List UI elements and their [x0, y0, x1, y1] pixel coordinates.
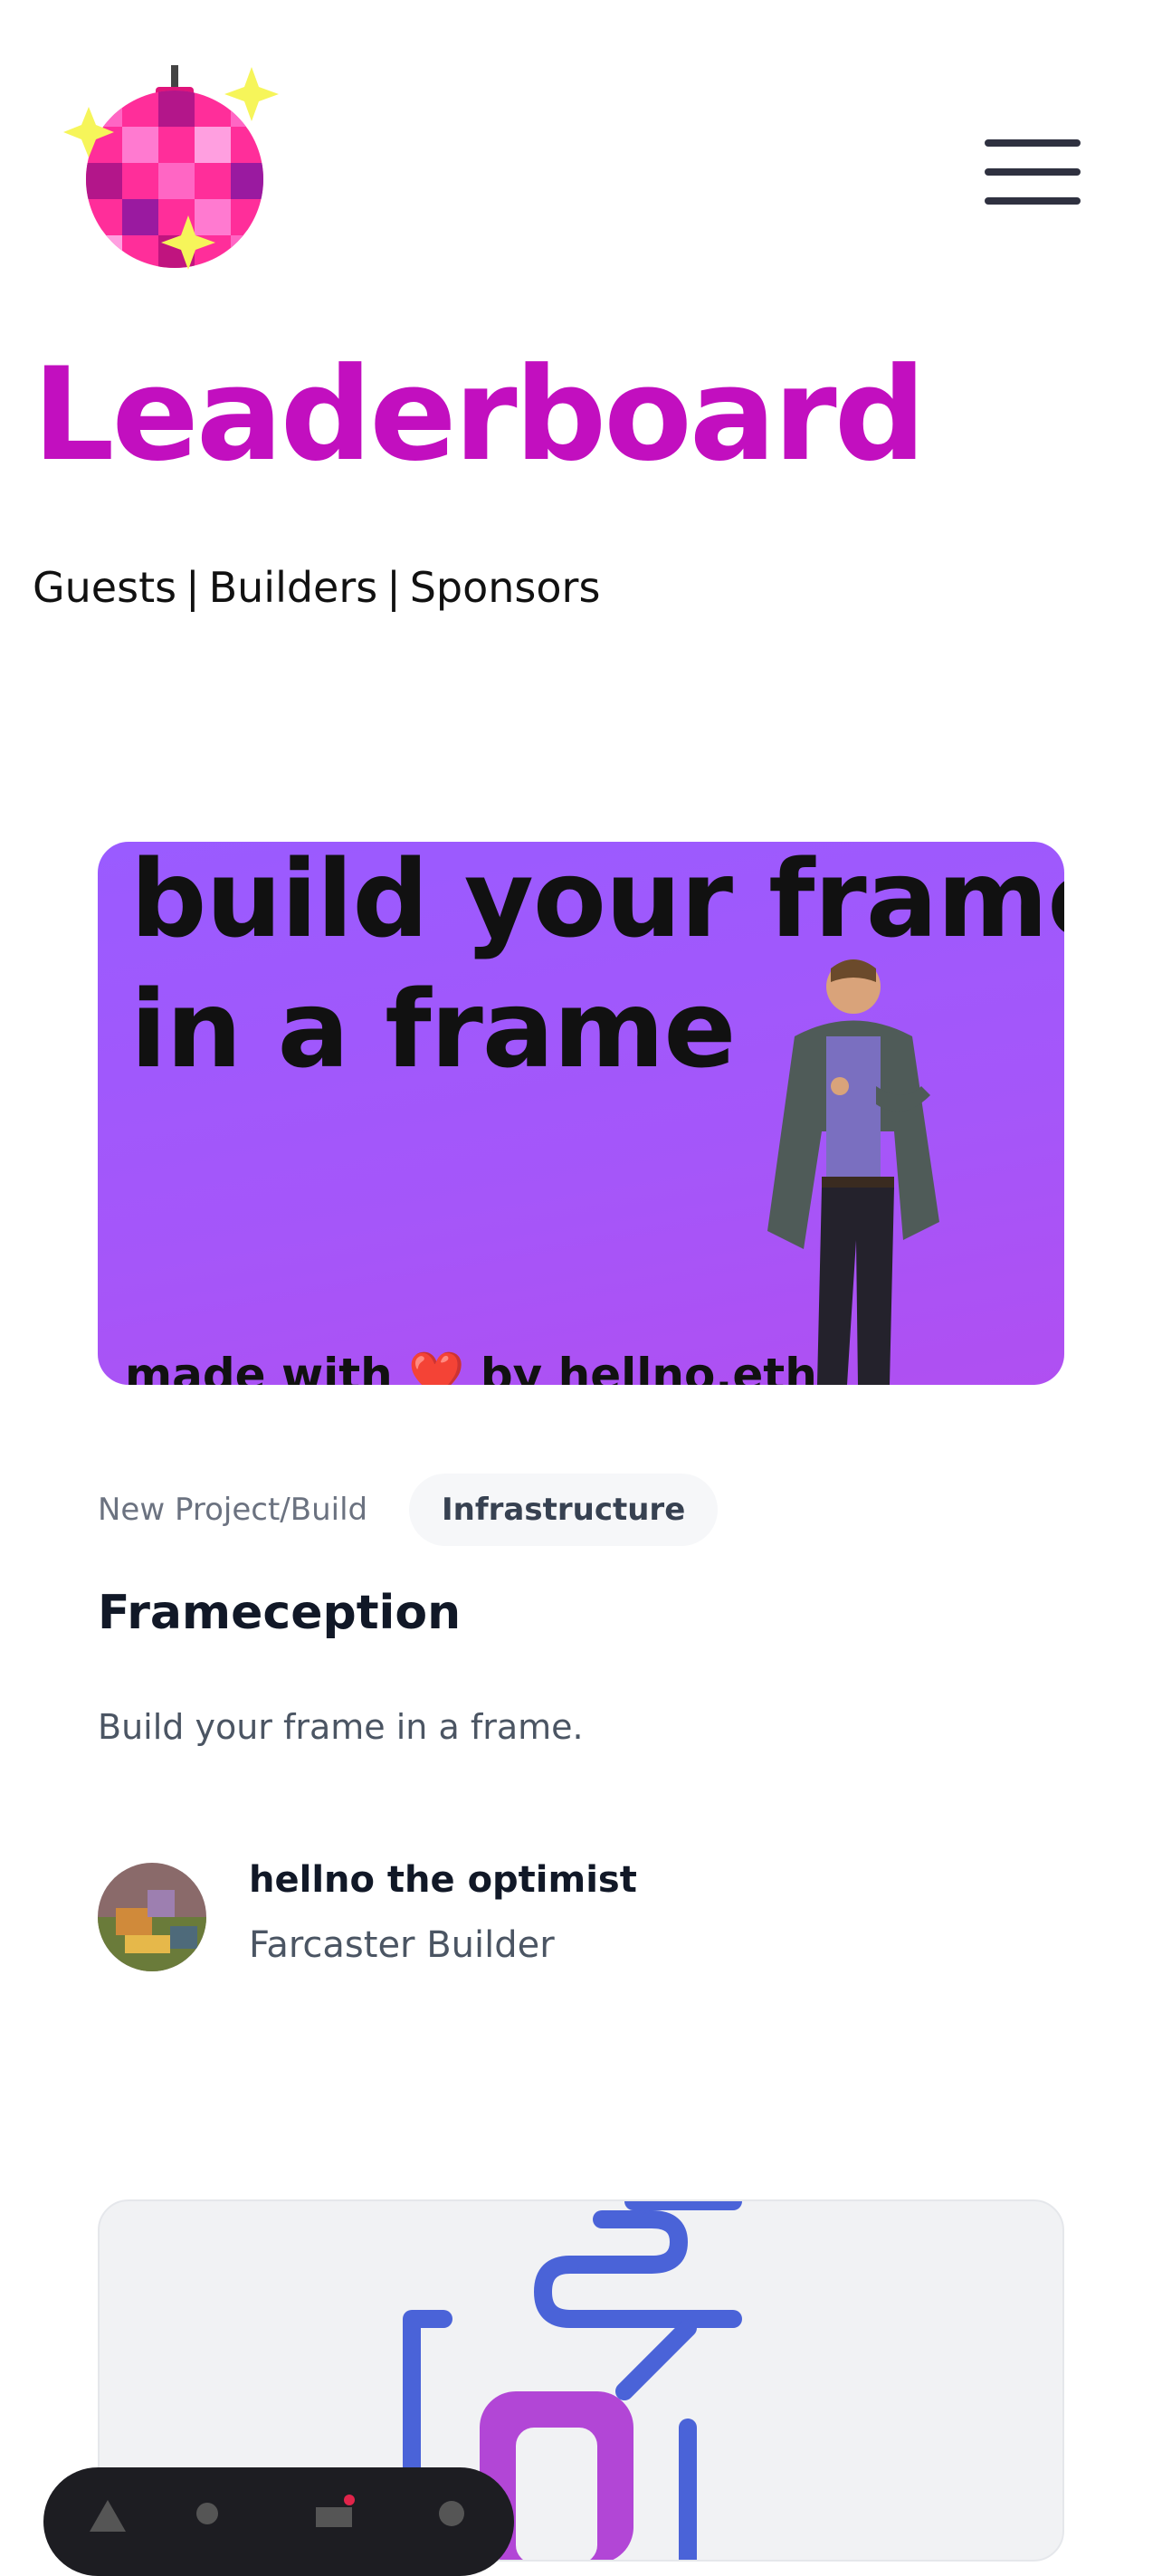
hamburger-menu-icon-bar: [985, 168, 1081, 176]
page-title: Leaderboard: [33, 340, 926, 490]
activity-icon[interactable]: [185, 2491, 230, 2536]
filter-sponsors[interactable]: Sponsors: [410, 563, 601, 612]
profile-icon[interactable]: [429, 2491, 474, 2536]
disco-ball-icon: [63, 65, 279, 270]
hamburger-menu-icon-bar: [985, 139, 1081, 147]
filter-builders[interactable]: Builders: [209, 563, 378, 612]
filter-separator: |: [186, 563, 200, 612]
hamburger-menu-icon-bar: [985, 197, 1081, 205]
inbox-icon[interactable]: [311, 2491, 357, 2536]
footer-prefix: made with: [125, 1349, 409, 1385]
project-image-footer: made with ❤️ by hellno.eth: [125, 1349, 817, 1385]
project-title[interactable]: Frameception: [98, 1586, 461, 1640]
filter-guests[interactable]: Guests: [33, 563, 176, 612]
avatar[interactable]: [98, 1863, 206, 1971]
footer-suffix: by hellno.eth: [464, 1349, 817, 1385]
project-description: Build your frame in a frame.: [98, 1707, 584, 1747]
home-icon[interactable]: [85, 2491, 130, 2536]
tag-infrastructure[interactable]: Infrastructure: [409, 1474, 719, 1546]
menu-button[interactable]: [985, 136, 1084, 208]
filter-separator: |: [386, 563, 401, 612]
heart-icon: ❤️: [408, 1349, 465, 1385]
project-image[interactable]: build your frame in a frame made with ❤️…: [98, 842, 1064, 1385]
author-role: Farcaster Builder: [249, 1924, 555, 1966]
headline-line-1: build your frame: [130, 842, 1064, 961]
walking-man-illustration: [767, 959, 939, 1385]
project-category: New Project/Build: [98, 1492, 368, 1528]
disco-ball-logo[interactable]: [62, 62, 288, 288]
bottom-toolbar: [43, 2467, 514, 2576]
leaderboard-filters: Guests | Builders | Sponsors: [33, 565, 600, 611]
author-name[interactable]: hellno the optimist: [249, 1859, 637, 1901]
avatar-image: [98, 1863, 206, 1971]
